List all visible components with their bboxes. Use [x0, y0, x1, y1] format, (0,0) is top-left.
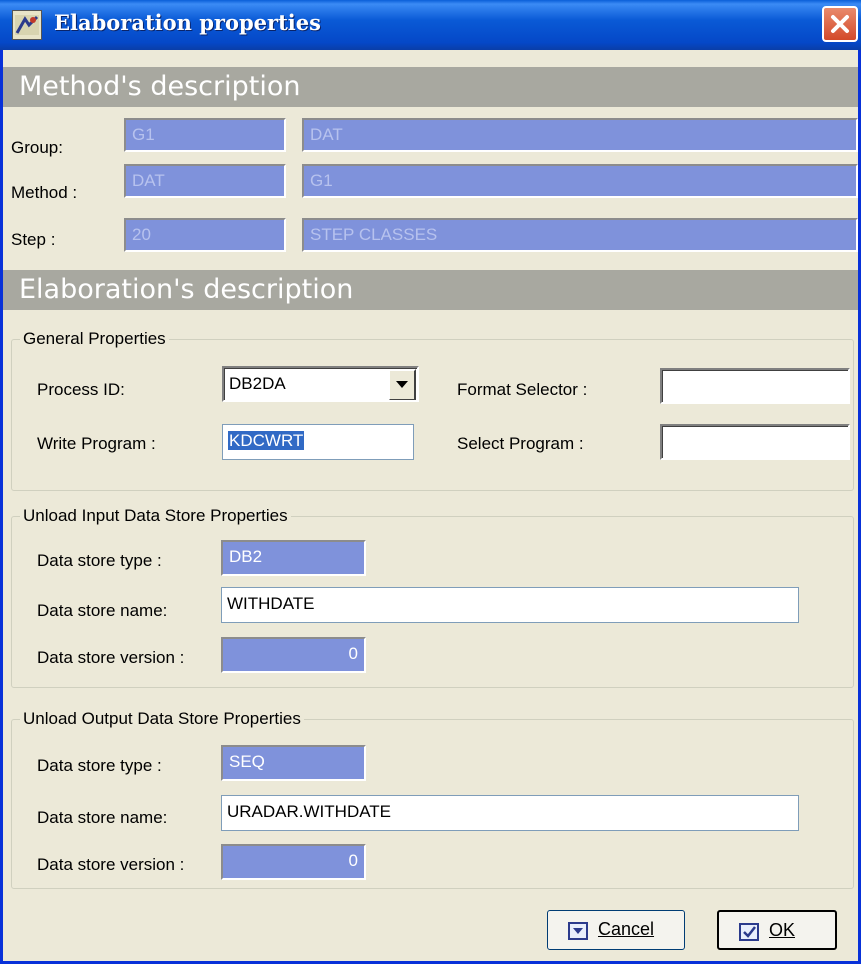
process-id-value: DB2DA — [229, 374, 286, 393]
output-type-field: SEQ — [221, 745, 366, 781]
cancel-label: Cancel — [598, 919, 655, 939]
input-type-field: DB2 — [221, 540, 366, 576]
input-version-label: Data store version : — [37, 648, 185, 667]
unload-output-title: Unload Output Data Store Properties — [20, 709, 304, 729]
group-label: Group: — [11, 138, 63, 157]
ok-label: OK — [769, 920, 796, 940]
window-title: Elaboration properties — [54, 10, 321, 35]
step-name-field: STEP CLASSES — [302, 218, 858, 252]
ok-check-icon — [739, 923, 759, 941]
format-selector-label: Format Selector : — [457, 380, 588, 399]
format-selector-input[interactable] — [660, 368, 850, 404]
elaboration-description-heading: Elaboration's description — [3, 270, 858, 310]
title-bar[interactable]: Elaboration properties — [0, 0, 861, 50]
output-name-label: Data store name: — [37, 808, 168, 827]
method-label: Method : — [11, 183, 78, 202]
group-name-field: DAT — [302, 118, 858, 152]
write-program-value: KDCWRT — [228, 431, 305, 450]
cancel-check-icon — [568, 922, 588, 940]
output-version-field: 0 — [221, 844, 366, 880]
input-type-label: Data store type : — [37, 551, 162, 570]
unload-input-group: Unload Input Data Store Properties Data … — [11, 506, 854, 688]
select-program-label: Select Program : — [457, 434, 584, 453]
step-code-field: 20 — [124, 218, 286, 252]
write-program-label: Write Program : — [37, 434, 156, 453]
process-id-label: Process ID: — [37, 380, 125, 399]
cancel-button[interactable]: Cancel — [547, 910, 685, 950]
input-name-input[interactable]: WITHDATE — [221, 587, 799, 623]
process-id-dropdown-button[interactable] — [388, 369, 416, 400]
elaboration-properties-window: Elaboration properties Method's descript… — [0, 0, 861, 964]
method-name-field: G1 — [302, 164, 858, 198]
close-button[interactable] — [822, 6, 858, 42]
close-icon — [831, 15, 849, 33]
unload-output-group: Unload Output Data Store Properties Data… — [11, 709, 854, 889]
output-type-label: Data store type : — [37, 756, 162, 775]
ok-button[interactable]: OK — [717, 910, 837, 950]
input-version-field: 0 — [221, 637, 366, 673]
select-program-input[interactable] — [660, 424, 850, 460]
write-program-input[interactable]: KDCWRT — [222, 424, 414, 460]
general-properties-title: General Properties — [20, 329, 169, 349]
chevron-down-icon — [396, 381, 408, 388]
general-properties-group: General Properties Process ID: DB2DA For… — [11, 329, 854, 491]
output-name-input[interactable]: URADAR.WITHDATE — [221, 795, 799, 831]
output-version-label: Data store version : — [37, 855, 185, 874]
group-code-field: G1 — [124, 118, 286, 152]
input-name-label: Data store name: — [37, 601, 168, 620]
app-icon — [12, 10, 42, 40]
step-label: Step : — [11, 230, 56, 249]
method-code-field: DAT — [124, 164, 286, 198]
method-description-heading: Method's description — [3, 67, 858, 107]
process-id-select[interactable]: DB2DA — [222, 366, 419, 402]
unload-input-title: Unload Input Data Store Properties — [20, 506, 291, 526]
